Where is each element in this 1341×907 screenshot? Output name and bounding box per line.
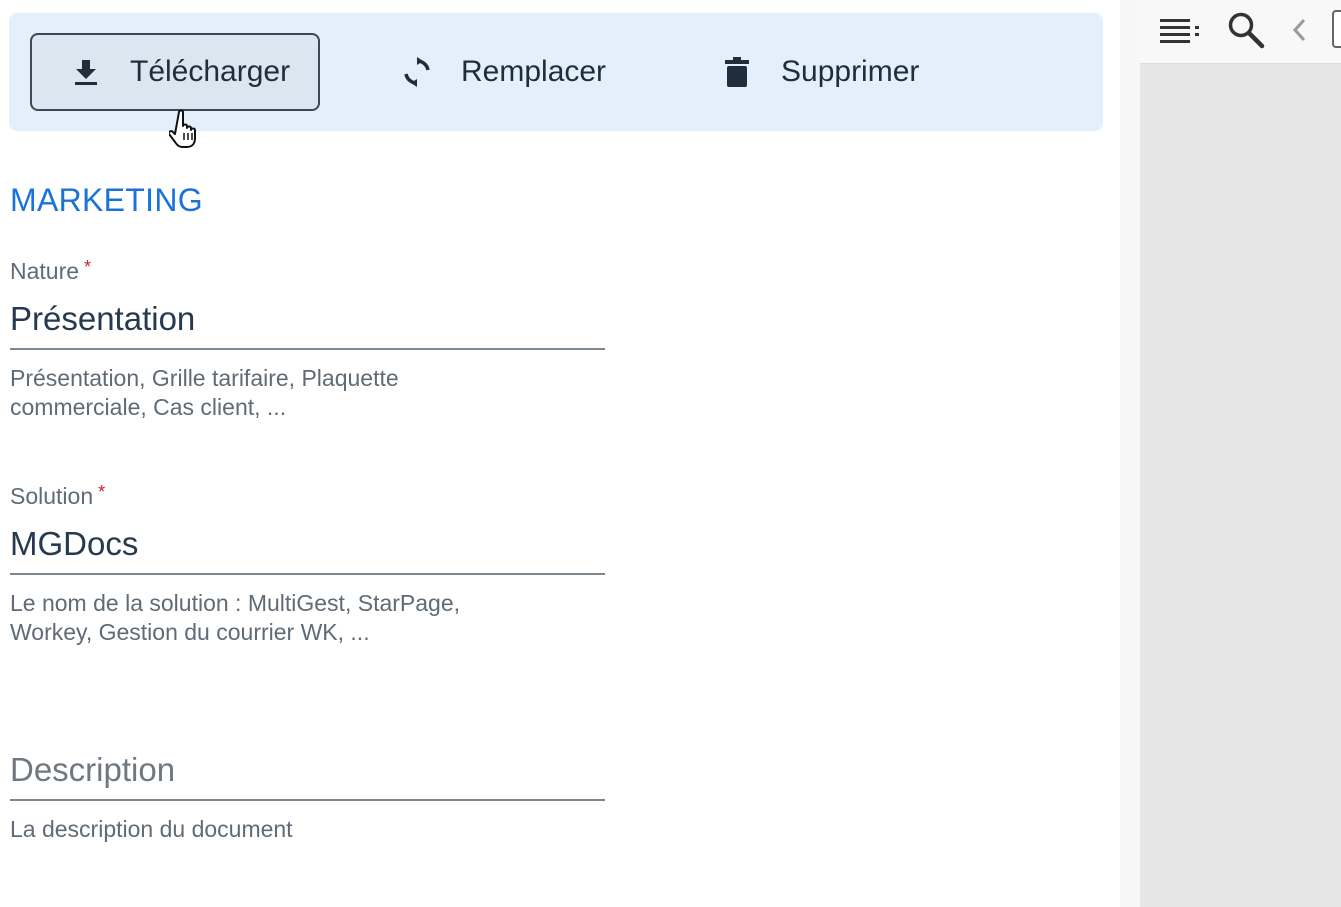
description-input[interactable]: Description <box>10 745 605 795</box>
document-actions-toolbar: Télécharger Remplacer Supprimer <box>9 13 1103 148</box>
description-underline <box>10 799 605 801</box>
solution-input[interactable]: MGDocs <box>10 519 605 569</box>
description-help-text: La description du document <box>10 816 293 842</box>
required-marker: * <box>98 482 106 502</box>
nature-input[interactable]: Présentation <box>10 294 605 344</box>
solution-label-text: Solution <box>10 483 94 509</box>
viewer-toolbar <box>1140 0 1341 64</box>
nature-label-text: Nature <box>10 258 80 284</box>
nature-help-text: Présentation, Grille tarifaire, Plaquett… <box>10 365 399 420</box>
replace-button-label: Remplacer <box>461 55 607 88</box>
app-window: Télécharger Remplacer Supprimer MARKETIN… <box>0 0 1341 907</box>
solution-help-text: Le nom de la solution : MultiGest, StarP… <box>10 590 461 645</box>
download-button-label: Télécharger <box>130 55 291 88</box>
nature-field[interactable]: Nature * Présentation Présentation, Grill… <box>10 256 605 422</box>
panel-divider[interactable] <box>1120 0 1140 907</box>
hand-pointer-cursor-icon <box>169 109 196 148</box>
list-icon[interactable] <box>1158 10 1204 50</box>
download-icon <box>70 56 102 88</box>
required-marker: * <box>84 257 92 277</box>
solution-field[interactable]: Solution * MGDocs Le nom de la solution :… <box>10 481 605 647</box>
nature-label: Nature * <box>10 256 605 286</box>
trash-icon <box>721 56 753 88</box>
delete-button[interactable]: Supprimer <box>721 33 919 111</box>
section-title: MARKETING <box>10 182 203 218</box>
solution-underline <box>10 573 605 575</box>
document-viewer <box>1140 0 1341 907</box>
download-button[interactable]: Télécharger <box>30 33 320 111</box>
nature-underline <box>10 348 605 350</box>
delete-button-label: Supprimer <box>781 55 920 88</box>
page-number-input[interactable] <box>1332 10 1341 48</box>
solution-label: Solution * <box>10 481 605 511</box>
search-icon[interactable] <box>1226 10 1266 50</box>
description-field[interactable]: Description La description du document <box>10 745 605 844</box>
sync-icon <box>401 56 433 88</box>
chevron-left-icon[interactable] <box>1288 10 1310 50</box>
document-form-panel: Télécharger Remplacer Supprimer MARKETIN… <box>0 0 1120 907</box>
replace-button[interactable]: Remplacer <box>401 33 606 111</box>
